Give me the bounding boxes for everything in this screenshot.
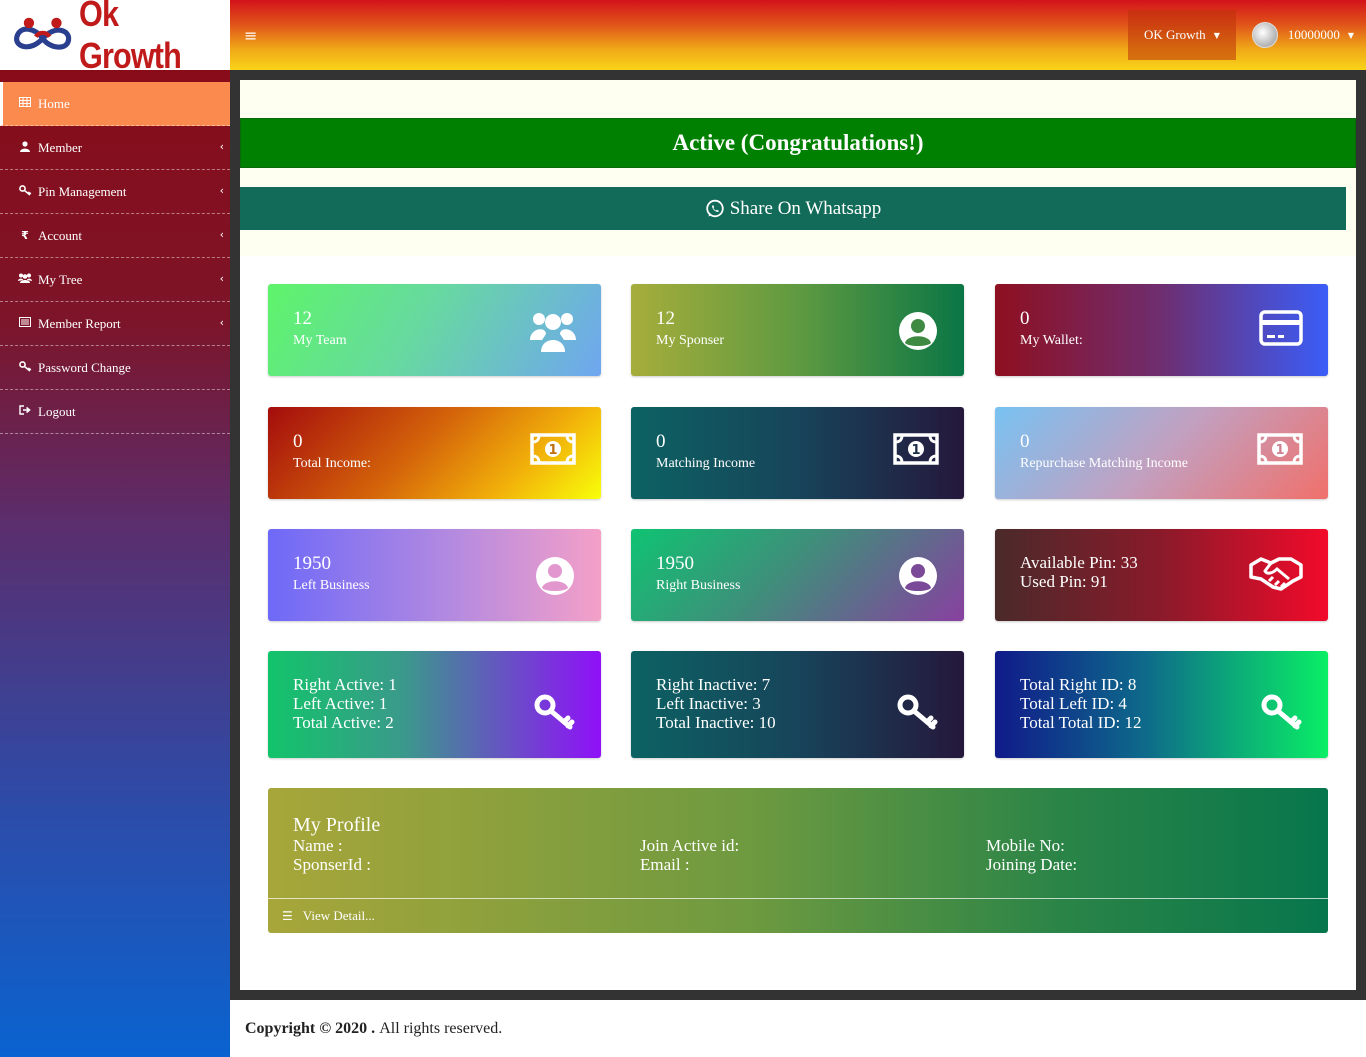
brand-name: Ok Growth (79, 0, 182, 76)
card-inactive-counts[interactable]: Right Inactive: 7 Left Inactive: 3 Total… (631, 651, 964, 758)
chevron-left-icon: ‹ (219, 272, 224, 285)
money-bill-icon: 1 (1257, 433, 1303, 470)
key-icon (18, 360, 32, 375)
card-line: Right Inactive: 7 (656, 675, 771, 694)
org-dropdown[interactable]: OK Growth ▼ (1127, 10, 1236, 60)
list-icon (18, 317, 32, 330)
svg-text:1: 1 (911, 443, 920, 458)
page-footer: Copyright © 2020 . All rights reserved. (230, 1000, 1366, 1057)
card-pins[interactable]: Available Pin: 33 Used Pin: 91 (995, 529, 1328, 621)
share-whatsapp-label: Share On Whatsapp (729, 197, 882, 219)
rupee-icon: ₹ (21, 229, 29, 242)
sidebar-item-label: Pin Management (38, 183, 127, 199)
chevron-left-icon: ‹ (219, 184, 224, 197)
sidebar-item-member[interactable]: Member ‹ (0, 126, 230, 170)
sign-out-icon (18, 405, 32, 418)
infinity-people-icon (14, 17, 72, 50)
chevron-left-icon: ‹ (219, 316, 224, 329)
card-right-business[interactable]: 1950 Right Business (631, 529, 964, 621)
card-line: Total Right ID: 8 (1020, 675, 1137, 694)
money-bill-icon: 1 (893, 433, 939, 470)
sidebar-item-label: Logout (38, 403, 76, 419)
sidebar-item-label: Member (38, 139, 83, 155)
sidebar-item-account[interactable]: ₹ Account ‹ (0, 214, 230, 258)
profile-email-label: Email : (640, 855, 690, 874)
rights-text: All rights reserved. (379, 1019, 503, 1037)
card-repurchase-matching-income[interactable]: 0 Repurchase Matching Income 1 (995, 407, 1328, 499)
profile-col-3: Mobile No: Joining Date: (986, 836, 1077, 874)
logo[interactable]: Ok Growth (0, 0, 230, 76)
chevron-left-icon: ‹ (219, 140, 224, 153)
card-line: Right Active: 1 (293, 675, 397, 694)
my-profile-card: My Profile Name : SponserId : Join Activ… (268, 788, 1328, 933)
credit-card-icon (1259, 310, 1303, 351)
users-icon (18, 273, 32, 286)
sidebar-item-logout[interactable]: Logout (0, 390, 230, 434)
sidebar-item-my-tree[interactable]: My Tree ‹ (0, 258, 230, 302)
view-detail-link[interactable]: ☰ View Detail... (268, 898, 1328, 933)
header-right: OK Growth ▼ 10000000 ▼ (1127, 10, 1354, 60)
avatar (1251, 22, 1278, 48)
whatsapp-icon (705, 199, 724, 217)
card-matching-income[interactable]: 0 Matching Income 1 (631, 407, 964, 499)
key-icon (897, 693, 939, 736)
sidebar-item-label: Password Change (38, 359, 131, 375)
card-active-counts[interactable]: Right Active: 1 Left Active: 1 Total Act… (268, 651, 601, 758)
sidebar-item-label: Member Report (38, 315, 121, 331)
chevron-left-icon: ‹ (219, 228, 224, 241)
user-icon (18, 140, 32, 155)
sidebar-item-pin-management[interactable]: Pin Management ‹ (0, 170, 230, 214)
profile-col-1: Name : SponserId : (293, 836, 371, 874)
profile-name-label: Name : (293, 836, 343, 855)
profile-title: My Profile (293, 814, 381, 836)
svg-text:1: 1 (548, 443, 557, 458)
user-id: 10000000 (1287, 27, 1340, 42)
user-circle-icon (897, 310, 939, 357)
profile-mobile-label: Mobile No: (986, 836, 1065, 855)
active-status-banner: Active (Congratulations!) (240, 118, 1356, 168)
sidebar-item-label: My Tree (38, 271, 83, 287)
user-circle-icon (897, 555, 939, 602)
card-total-income[interactable]: 0 Total Income: 1 (268, 407, 601, 499)
user-dropdown[interactable]: 10000000 ▼ (1251, 22, 1354, 48)
view-detail-label: View Detail... (302, 908, 375, 923)
profile-col-2: Join Active id: Email : (640, 836, 739, 874)
key-icon (18, 184, 32, 199)
svg-text:1: 1 (1275, 443, 1284, 458)
user-circle-icon (534, 555, 576, 602)
status-area: Active (Congratulations!) Share On Whats… (240, 80, 1356, 256)
caret-down-icon: ▼ (1347, 30, 1354, 40)
profile-joining-label: Joining Date: (986, 855, 1078, 874)
copyright-text: Copyright © 2020 . (245, 1019, 376, 1037)
sidebar-item-label: Home (38, 95, 70, 111)
key-icon (534, 693, 576, 736)
main-frame: Active (Congratulations!) Share On Whats… (230, 70, 1366, 1000)
profile-join-label: Join Active id: (640, 836, 740, 855)
org-label: OK Growth (1143, 27, 1206, 42)
top-header: ≡ OK Growth ▼ 10000000 ▼ (230, 0, 1366, 70)
users-icon (530, 310, 576, 357)
sidebar-nav: Home Member ‹ Pin Management ‹ ₹ Account… (0, 82, 230, 434)
card-total-ids[interactable]: Total Right ID: 8 Total Left ID: 4 Total… (995, 651, 1328, 758)
sidebar-item-home[interactable]: Home (0, 82, 230, 126)
caret-down-icon: ▼ (1213, 30, 1220, 40)
card-left-business[interactable]: 1950 Left Business (268, 529, 601, 621)
list-icon: ☰ (282, 909, 293, 923)
share-whatsapp-button[interactable]: Share On Whatsapp (240, 187, 1346, 230)
money-bill-icon: 1 (530, 433, 576, 470)
key-icon (1261, 693, 1303, 736)
content-panel: Active (Congratulations!) Share On Whats… (240, 80, 1356, 990)
sidebar: Ok Growth Home Member ‹ Pin Management ‹… (0, 0, 230, 1057)
sidebar-item-member-report[interactable]: Member Report ‹ (0, 302, 230, 346)
table-icon (18, 97, 32, 110)
card-my-sponser[interactable]: 12 My Sponser (631, 284, 964, 376)
bars-icon[interactable]: ≡ (244, 26, 257, 45)
sidebar-item-label: Account (38, 227, 83, 243)
card-my-wallet[interactable]: 0 My Wallet: (995, 284, 1328, 376)
profile-sponser-label: SponserId : (293, 855, 371, 874)
sidebar-item-password-change[interactable]: Password Change (0, 346, 230, 390)
handshake-icon (1249, 553, 1303, 598)
card-my-team[interactable]: 12 My Team (268, 284, 601, 376)
